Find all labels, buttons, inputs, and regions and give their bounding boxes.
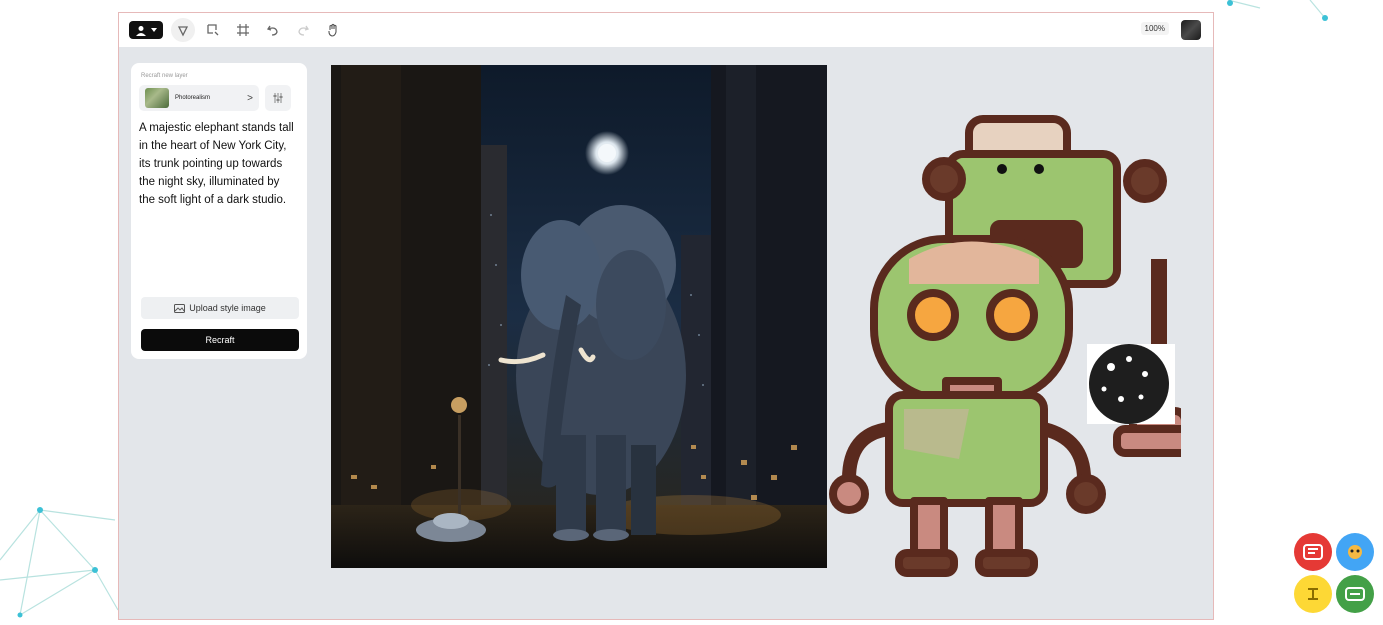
panel-title: Recraft new layer <box>141 73 188 79</box>
lasso-select-icon <box>177 26 189 37</box>
zoom-level[interactable]: 100% <box>1140 22 1169 35</box>
frame-button[interactable] <box>231 18 255 42</box>
decorative-badges <box>1291 531 1381 615</box>
top-toolbar: 100% <box>119 13 1213 47</box>
elephant-city-image[interactable] <box>331 65 827 568</box>
yellow-badge-icon <box>1294 575 1332 613</box>
elephant-night-city-illustration <box>331 65 827 568</box>
upload-style-image-button[interactable]: Upload style image <box>141 297 299 319</box>
chevron-down-icon <box>150 28 157 32</box>
user-avatar[interactable] <box>1181 20 1201 40</box>
style-selector[interactable]: Photorealism > <box>139 85 259 111</box>
crop-region-button[interactable] <box>201 18 225 42</box>
robot-illustration[interactable] <box>829 109 1181 577</box>
undo-button[interactable] <box>261 18 285 42</box>
layer-user-icon <box>135 25 146 36</box>
lasso-select-button[interactable] <box>171 18 195 42</box>
style-settings-button[interactable] <box>265 85 291 111</box>
style-row: Photorealism > <box>139 85 299 111</box>
undo-icon <box>266 25 278 36</box>
redo-button[interactable] <box>291 18 315 42</box>
chevron-right-icon: > <box>247 92 253 104</box>
style-label: Photorealism <box>175 95 211 101</box>
frame-icon <box>237 24 249 36</box>
green-badge-icon <box>1336 575 1374 613</box>
style-thumbnail <box>145 88 169 108</box>
blue-badge-icon <box>1336 533 1374 571</box>
sliders-icon <box>273 93 283 103</box>
recraft-button[interactable]: Recraft <box>141 329 299 351</box>
recraft-button-label: Recraft <box>205 335 235 345</box>
prompt-text[interactable]: A majestic elephant stands tall in the h… <box>139 119 299 209</box>
layer-tool-button[interactable] <box>129 21 163 39</box>
red-badge-icon <box>1294 533 1332 571</box>
redo-icon <box>298 25 310 36</box>
hand-pan-button[interactable] <box>321 18 345 42</box>
editor-window: 100% Recraft new layer Photorealism > A … <box>118 12 1214 620</box>
crop-region-icon <box>207 24 219 36</box>
hand-pan-icon <box>328 23 337 37</box>
recraft-panel: Recraft new layer Photorealism > A majes… <box>131 63 307 359</box>
upload-style-image-label: Upload style image <box>189 303 266 313</box>
image-icon <box>174 303 186 313</box>
